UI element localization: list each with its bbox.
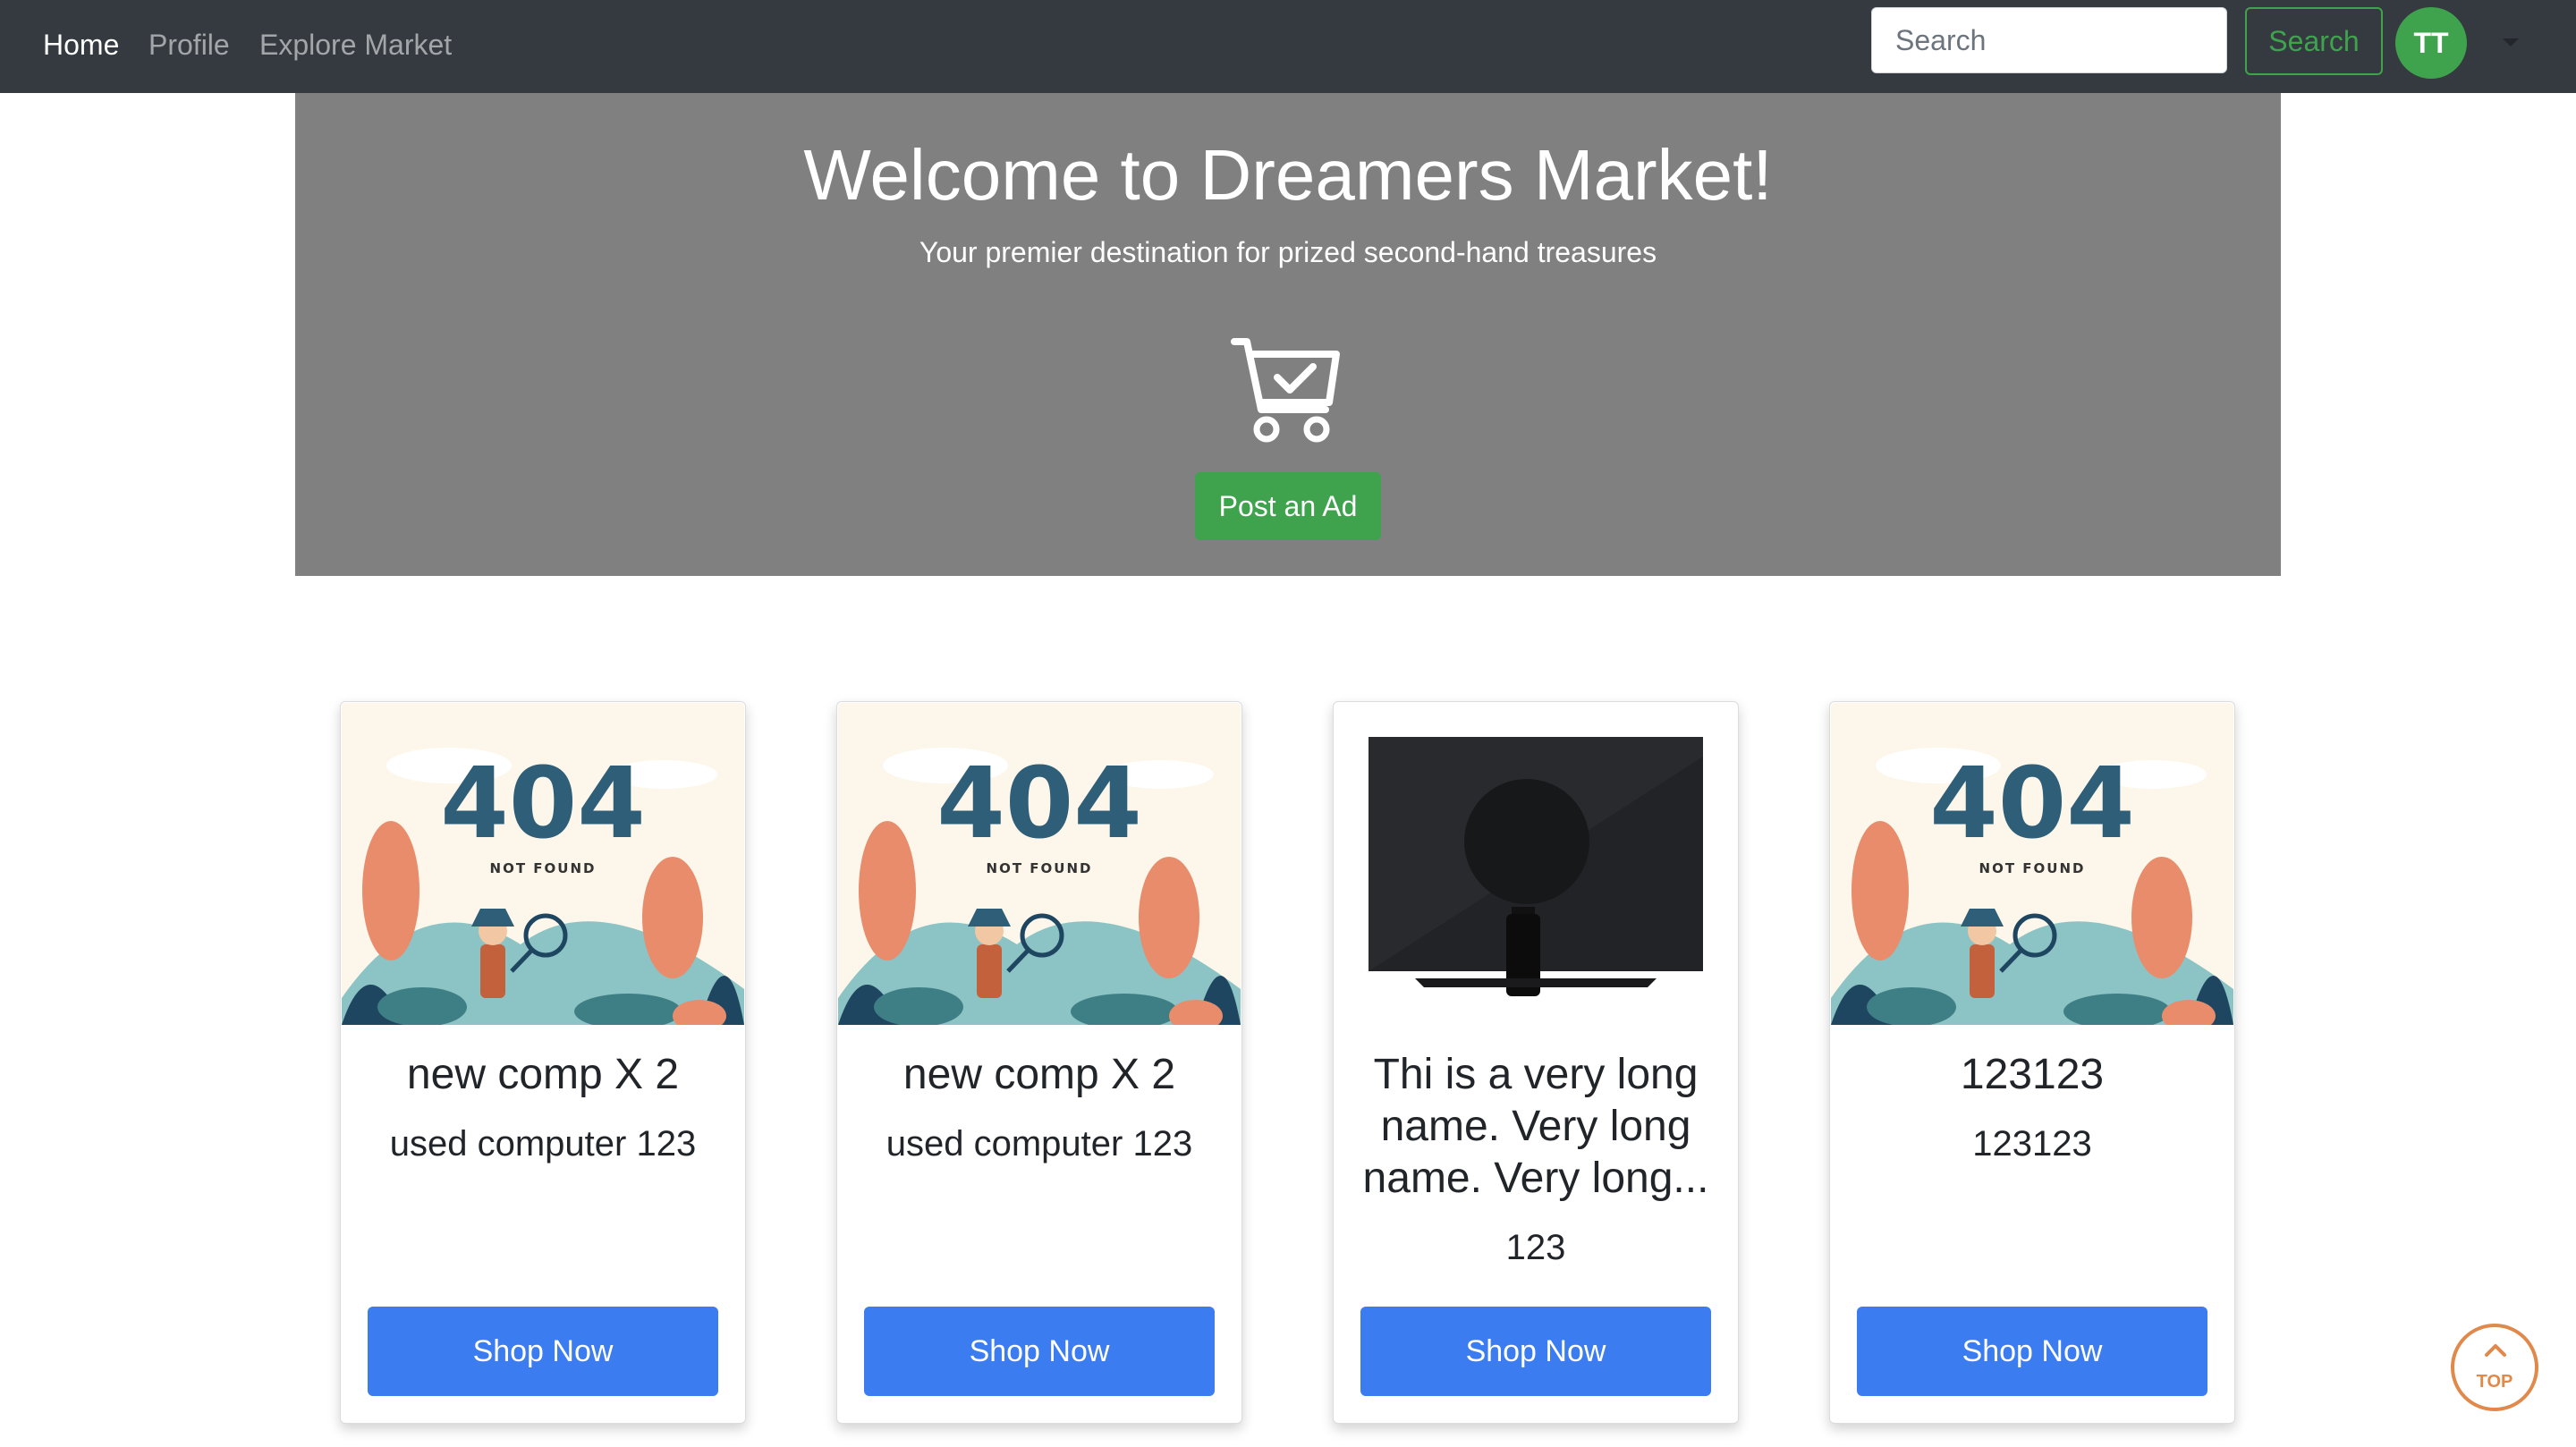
navbar: Home Profile Explore Market Search TT bbox=[0, 0, 2576, 93]
image-404-text: 404 bbox=[936, 746, 1142, 860]
back-to-top-label: TOP bbox=[2476, 1372, 2513, 1392]
image-not-found-text: NOT FOUND bbox=[987, 860, 1093, 876]
card-title: 123123 bbox=[1960, 1051, 2105, 1098]
card-title-line: name. Very long bbox=[1380, 1103, 1691, 1150]
shop-now-button[interactable]: Shop Now bbox=[1360, 1307, 1711, 1396]
card-description: used computer 123 bbox=[389, 1124, 697, 1164]
shop-now-button[interactable]: Shop Now bbox=[864, 1307, 1215, 1396]
image-404-text: 404 bbox=[440, 746, 646, 860]
card-title-line: Thi is a very long bbox=[1373, 1051, 1699, 1098]
card-description: used computer 123 bbox=[886, 1124, 1193, 1164]
card-title: Thi is a very long name. Very long name.… bbox=[1352, 1049, 1720, 1205]
product-card: 404 NOT FOUND new comp X 2 used computer… bbox=[836, 701, 1242, 1424]
product-card: Thi is a very long name. Very long name.… bbox=[1333, 701, 1739, 1424]
post-ad-button[interactable]: Post an Ad bbox=[1195, 472, 1381, 540]
image-not-found-text: NOT FOUND bbox=[1979, 860, 2086, 876]
not-found-image: 404 NOT FOUND bbox=[342, 703, 744, 1025]
nav-link-home[interactable]: Home bbox=[43, 27, 119, 63]
shop-now-button[interactable]: Shop Now bbox=[368, 1307, 718, 1396]
chevron-up-icon bbox=[2485, 1344, 2506, 1357]
card-title: new comp X 2 bbox=[902, 1051, 1176, 1098]
card-description: 123 bbox=[1505, 1228, 1566, 1267]
back-to-top-button[interactable]: TOP bbox=[2451, 1324, 2538, 1411]
nav-link-explore-market[interactable]: Explore Market bbox=[259, 27, 452, 63]
hero-title: Welcome to Dreamers Market! bbox=[803, 135, 1773, 215]
shop-now-button[interactable]: Shop Now bbox=[1857, 1307, 2207, 1396]
not-found-image: 404 NOT FOUND bbox=[1831, 703, 2233, 1025]
hero-banner: Welcome to Dreamers Market! Your premier… bbox=[295, 93, 2281, 576]
monitor-image bbox=[1335, 703, 1737, 1025]
shopping-cart-check-icon bbox=[1231, 338, 1340, 443]
nav-link-profile[interactable]: Profile bbox=[148, 27, 230, 63]
search-button[interactable]: Search bbox=[2245, 7, 2383, 75]
user-avatar[interactable]: TT bbox=[2395, 7, 2467, 79]
not-found-image: 404 NOT FOUND bbox=[838, 703, 1241, 1025]
search-input[interactable] bbox=[1871, 7, 2227, 73]
card-title-line: name. Very long... bbox=[1362, 1155, 1709, 1202]
image-404-text: 404 bbox=[1929, 746, 2135, 860]
product-card: 404 NOT FOUND 123123 123123 Shop Now bbox=[1829, 701, 2235, 1424]
card-title: new comp X 2 bbox=[406, 1051, 680, 1098]
hero-subtitle: Your premier destination for prized seco… bbox=[919, 236, 1657, 268]
card-description: 123123 bbox=[1972, 1124, 2092, 1164]
image-not-found-text: NOT FOUND bbox=[490, 860, 597, 876]
user-menu-caret-icon[interactable] bbox=[2503, 38, 2519, 47]
product-card: 404 NOT FOUND new comp X 2 used computer… bbox=[340, 701, 746, 1424]
